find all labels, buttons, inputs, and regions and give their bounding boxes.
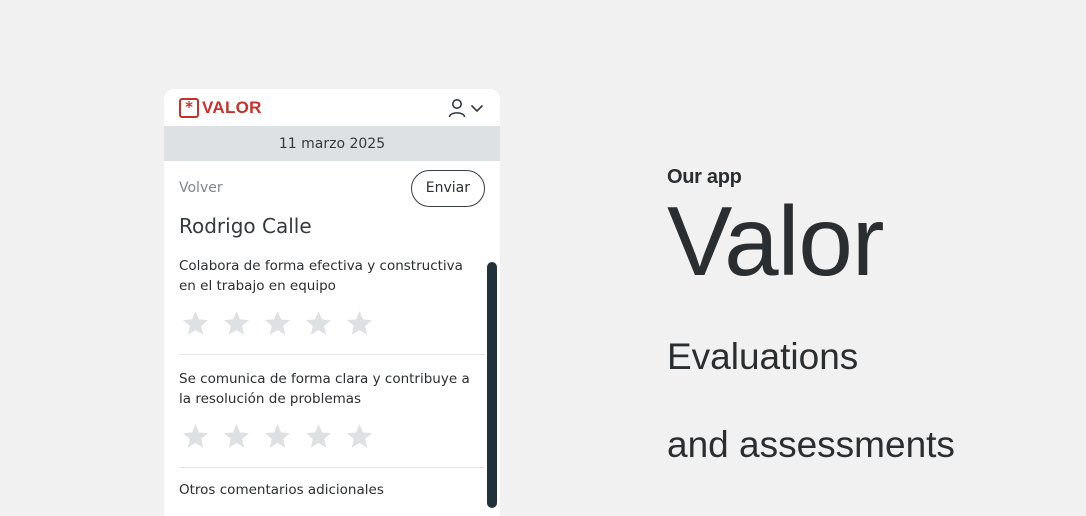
person-name: Rodrigo Calle [179, 214, 312, 238]
question-text: Colabora de forma efectiva y constructiv… [179, 258, 463, 294]
star-icon[interactable] [345, 309, 374, 338]
star-icon[interactable] [263, 309, 292, 338]
evaluation-form: Colabora de forma efectiva y constructiv… [164, 256, 500, 498]
asterisk-logo-icon: * [179, 97, 199, 118]
star-rating [179, 306, 485, 340]
question-text: Se comunica de forma clara y contribuye … [179, 371, 470, 407]
star-icon[interactable] [222, 422, 251, 451]
star-icon[interactable] [263, 422, 292, 451]
chevron-down-icon [470, 104, 484, 112]
star-icon[interactable] [345, 422, 374, 451]
logo-text: VALOR [202, 97, 262, 117]
user-menu-button[interactable] [448, 98, 484, 118]
divider [179, 354, 485, 355]
star-icon[interactable] [181, 309, 210, 338]
send-button[interactable]: Enviar [410, 169, 485, 207]
app-screen: * VALOR 11 marzo 2025 Volver Enviar Rodr… [164, 89, 500, 516]
scrollbar[interactable] [487, 262, 497, 508]
star-icon[interactable] [222, 309, 251, 338]
app-logo[interactable]: * VALOR [179, 97, 262, 118]
divider [179, 467, 485, 468]
user-icon [448, 98, 466, 117]
promo-subtitle: Evaluations and assessments [667, 291, 955, 511]
question-item: Se comunica de forma clara y contribuye … [164, 369, 500, 453]
comments-label: Otros comentarios adicionales [179, 482, 384, 498]
star-icon[interactable] [181, 422, 210, 451]
back-link[interactable]: Volver [179, 180, 223, 196]
promo-panel: Our app Valor Evaluations and assessment… [667, 166, 955, 511]
date-bar: 11 marzo 2025 [164, 126, 500, 161]
question-item: Colabora de forma efectiva y constructiv… [164, 256, 500, 340]
star-icon[interactable] [304, 422, 333, 451]
app-header: * VALOR [164, 89, 500, 126]
promo-subtitle-line: Evaluations [667, 336, 859, 377]
star-rating [179, 419, 485, 453]
action-bar: Volver Enviar [164, 161, 500, 215]
promo-title: Valor [667, 186, 885, 296]
promo-subtitle-line: and assessments [667, 424, 955, 465]
star-icon[interactable] [304, 309, 333, 338]
